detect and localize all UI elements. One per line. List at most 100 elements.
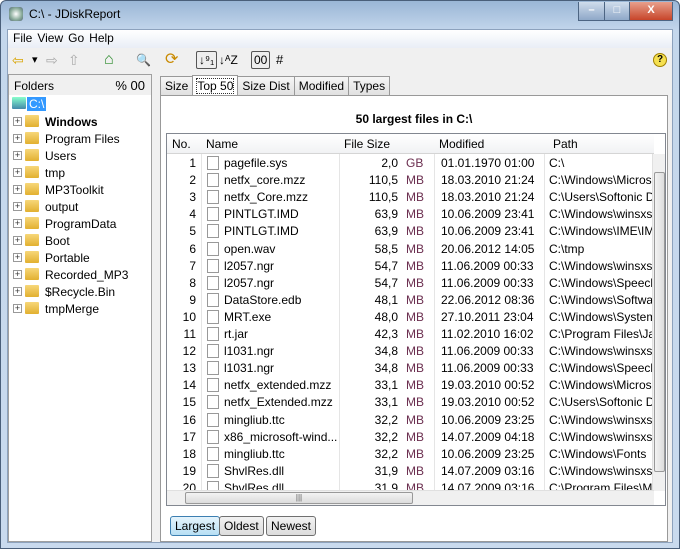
table-row[interactable]: 14 netfx_extended.mzz 33,1 MB 19.03.2010 00:… — [167, 377, 654, 394]
table-row[interactable]: 12 l1031.ngr 34,8 MB 11.06.2009 00:33 C:\Wind… — [167, 343, 654, 360]
table-row[interactable]: 16 mingliub.ttc 32,2 MB 10.06.2009 23:25 C:\W… — [167, 412, 654, 429]
file-name: MRT.exe — [224, 309, 272, 324]
row-number: 18 — [182, 446, 196, 461]
table-row[interactable]: 19 ShvlRes.dll 31,9 MB 14.07.2009 03:16 C:\Wi… — [167, 463, 654, 480]
refresh-icon[interactable]: ⟳ — [165, 51, 178, 69]
expand-icon[interactable]: + — [13, 253, 22, 262]
size-unit: GB — [406, 156, 424, 170]
table-row[interactable]: 10 MRT.exe 48,0 MB 27.10.2011 23:04 C:\Window… — [167, 309, 654, 326]
table-row[interactable]: 2 netfx_core.mzz 110,5 MB 18.03.2010 21:24 C:… — [167, 172, 654, 189]
size-unit: MB — [406, 241, 424, 256]
col-name[interactable]: Name — [206, 137, 238, 151]
table-row[interactable]: 17 x86_microsoft-wind... 32,2 MB 14.07.2009 … — [167, 429, 654, 446]
col-no[interactable]: No. — [172, 137, 191, 151]
table-row[interactable]: 9 DataStore.edb 48,1 MB 22.06.2012 08:36 C:\W… — [167, 292, 654, 309]
percent-toggle[interactable]: % — [115, 78, 127, 93]
expand-icon[interactable]: + — [13, 151, 22, 160]
tab-top-50[interactable]: Top 50 — [192, 75, 239, 96]
close-button[interactable]: X — [629, 2, 673, 21]
size-units-button[interactable]: 00 — [251, 51, 271, 69]
table-row[interactable]: 8 l2057.ngr 54,7 MB 11.06.2009 00:33 C:\Windo… — [167, 275, 654, 292]
table-row[interactable]: 13 l1031.ngr 34,8 MB 11.06.2009 00:33 C:\Wind… — [167, 360, 654, 377]
table-row[interactable]: 18 mingliub.ttc 32,2 MB 10.06.2009 23:25 C:\W… — [167, 446, 654, 463]
menu-view[interactable]: View — [32, 30, 63, 45]
expand-icon[interactable]: + — [13, 287, 22, 296]
file-name: open.wav — [224, 241, 276, 256]
tab-size[interactable]: Size — [160, 76, 194, 95]
menu-go[interactable]: Go — [63, 30, 84, 45]
folder-icon — [25, 268, 39, 280]
folders-units[interactable]: % 00 — [115, 78, 145, 93]
tree-item-label: Recorded_MP3 — [45, 268, 129, 282]
expand-icon[interactable]: + — [13, 219, 22, 228]
table-row[interactable]: 4 PINTLGT.IMD 63,9 MB 10.06.2009 23:41 C:\Win… — [167, 206, 654, 223]
menu-bar: File View Go Help — [8, 30, 672, 48]
vertical-scroll-thumb[interactable] — [654, 172, 665, 472]
horizontal-scroll-thumb[interactable]: ||| — [185, 492, 413, 504]
table-row[interactable]: 11 rt.jar 42,3 MB 11.02.2010 16:02 C:\Program… — [167, 326, 654, 343]
file-icon — [207, 309, 219, 324]
file-size: 58,5 — [374, 241, 398, 256]
table-row[interactable]: 3 netfx_Core.mzz 110,5 MB 18.03.2010 21:24 C:… — [167, 189, 654, 206]
sort-by-size-button[interactable]: ↓⁹₁ — [196, 51, 218, 69]
file-name: netfx_Core.mzz — [224, 190, 309, 205]
newest-button[interactable]: Newest — [266, 516, 317, 536]
col-modified[interactable]: Modified — [439, 137, 484, 151]
vertical-scrollbar[interactable] — [652, 154, 665, 491]
back-icon[interactable]: ⇦ — [12, 51, 24, 69]
sort-by-name-button[interactable]: ↓ᴬZ — [219, 51, 238, 69]
expand-icon[interactable]: + — [13, 202, 22, 211]
modified-date: 22.06.2012 08:36 — [441, 292, 535, 307]
expand-icon[interactable]: + — [13, 270, 22, 279]
file-size: 110,5 — [368, 190, 398, 205]
oldest-button[interactable]: Oldest — [219, 516, 264, 536]
up-icon[interactable]: ⇧ — [68, 51, 80, 69]
expand-icon[interactable]: + — [13, 168, 22, 177]
expand-icon[interactable]: + — [13, 304, 22, 313]
col-file-size[interactable]: File Size — [344, 137, 390, 151]
file-icon — [207, 412, 219, 427]
col-path[interactable]: Path — [553, 137, 578, 151]
file-name: l2057.ngr — [224, 258, 275, 273]
table-row[interactable]: 1 pagefile.sys 2,0 GB 01.01.1970 01:00 C:\ — [167, 155, 654, 172]
largest-button[interactable]: Largest — [170, 516, 221, 536]
size-unit: MB — [406, 207, 424, 222]
table-row[interactable]: 7 l2057.ngr 54,7 MB 11.06.2009 00:33 C:\Windo… — [167, 258, 654, 275]
units-toggle[interactable]: 00 — [131, 78, 145, 93]
tab-types[interactable]: Types — [348, 76, 391, 95]
expand-icon[interactable]: + — [13, 236, 22, 245]
row-number: 17 — [182, 429, 196, 444]
file-size: 33,1 — [374, 395, 398, 410]
file-size: 33,1 — [374, 378, 398, 393]
size-unit: MB — [406, 258, 424, 273]
tab-modified[interactable]: Modified — [293, 76, 350, 95]
modified-date: 10.06.2009 23:41 — [441, 207, 535, 222]
expand-icon[interactable]: + — [13, 185, 22, 194]
horizontal-scrollbar[interactable]: ||| — [167, 490, 654, 505]
help-icon[interactable]: ? — [653, 53, 667, 67]
table-row[interactable]: 6 open.wav 58,5 MB 20.06.2012 14:05 C:\tmp — [167, 241, 654, 258]
count-button[interactable]: # — [276, 51, 283, 69]
expand-icon[interactable]: + — [13, 117, 22, 126]
expand-icon[interactable]: + — [13, 134, 22, 143]
forward-icon[interactable]: ⇨ — [46, 51, 58, 69]
table-row[interactable]: 5 PINTLGT.IMD 63,9 MB 10.06.2009 23:41 C:\Win… — [167, 223, 654, 240]
table-row[interactable]: 15 netfx_Extended.mzz 33,1 MB 19.03.2010 00:… — [167, 394, 654, 411]
tab-size-dist[interactable]: Size Dist — [237, 76, 295, 95]
client-area: File View Go Help ⇦ ▾ ⇨ ⇧ ⌂ 🔍 ⟳ ↓⁹₁ ↓ᴬZ 00 … — [7, 29, 673, 543]
row-number: 7 — [189, 258, 196, 273]
row-number: 14 — [182, 378, 196, 393]
folder-icon — [25, 115, 39, 127]
file-size: 42,3 — [374, 327, 398, 341]
menu-file[interactable]: File — [8, 30, 32, 45]
home-icon[interactable]: ⌂ — [104, 51, 114, 69]
file-name: rt.jar — [224, 327, 248, 341]
minimize-button[interactable]: – — [578, 2, 605, 21]
maximize-button[interactable]: □ — [604, 2, 630, 21]
file-name: mingliub.ttc — [224, 412, 285, 427]
back-dropdown-icon[interactable]: ▾ — [32, 51, 38, 69]
search-icon[interactable]: 🔍 — [136, 51, 151, 69]
tab-label: Modified — [298, 79, 345, 93]
menu-help[interactable]: Help — [84, 30, 114, 45]
file-name: DataStore.edb — [224, 292, 302, 307]
